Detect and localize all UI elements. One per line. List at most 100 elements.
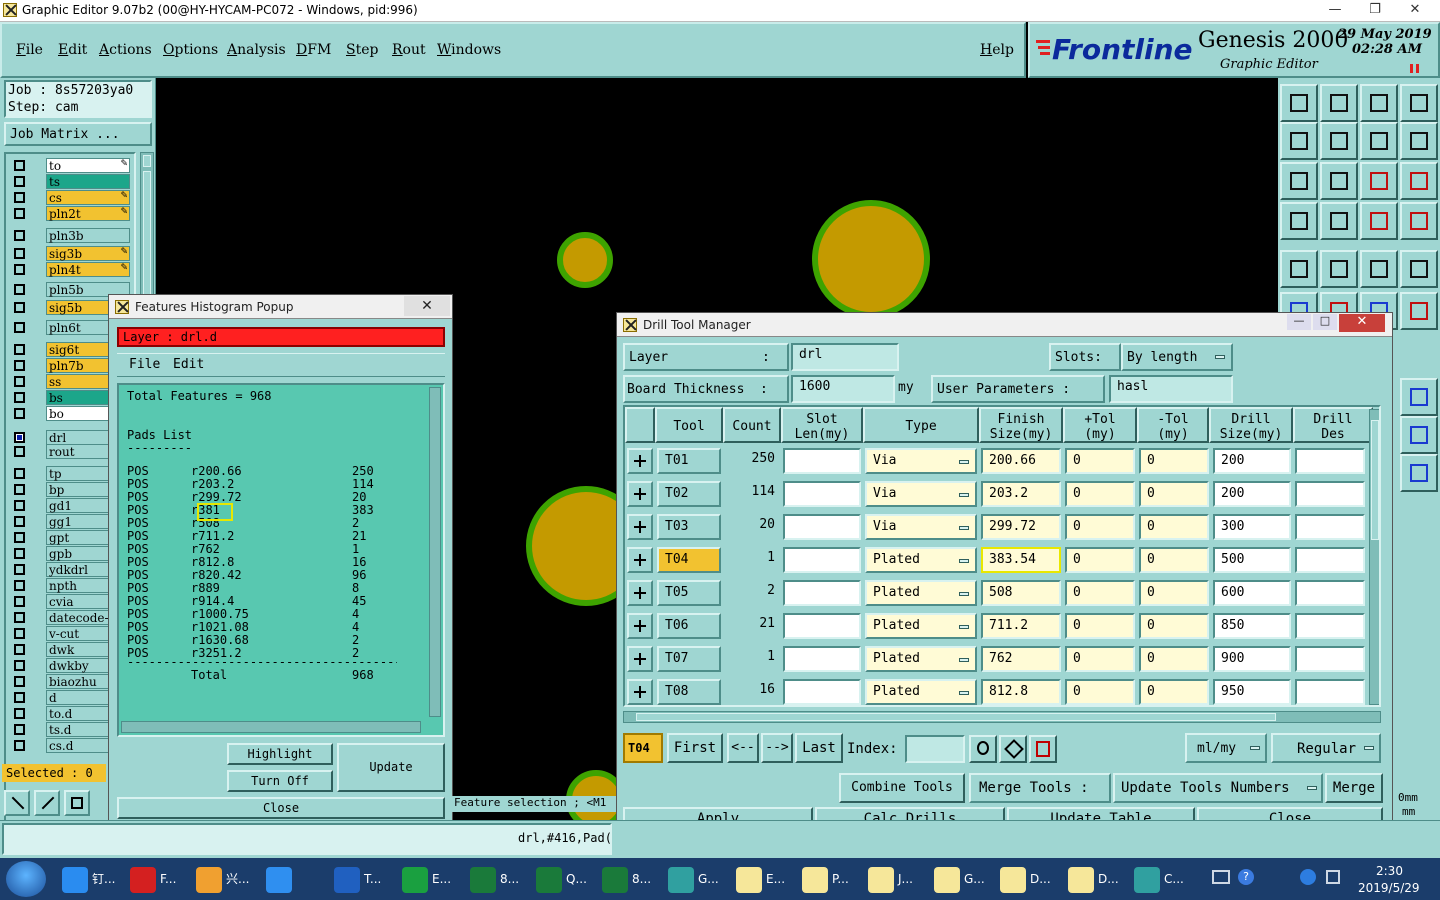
type-dropdown[interactable]: Via xyxy=(865,448,977,474)
drill-size-field[interactable]: 850 xyxy=(1213,613,1291,639)
expand-plus-icon[interactable] xyxy=(627,646,653,672)
finish-size-field[interactable]: 711.2 xyxy=(981,613,1061,639)
home-icon[interactable] xyxy=(1360,84,1398,122)
update-tools-numbers-dropdown[interactable]: Update Tools Numbers xyxy=(1113,773,1323,803)
layer-name[interactable]: cs xyxy=(46,190,130,205)
slot-length-field[interactable] xyxy=(783,547,861,573)
layer-checkbox[interactable] xyxy=(14,392,25,403)
open-icon[interactable] xyxy=(1280,84,1318,122)
slots-dropdown[interactable]: By length xyxy=(1121,343,1233,371)
type-dropdown[interactable]: Plated xyxy=(865,679,977,705)
minus-tol-field[interactable]: 0 xyxy=(1139,514,1209,540)
scroll-up-arrow-icon[interactable] xyxy=(143,155,151,167)
layer-name[interactable]: pln2t xyxy=(46,206,130,221)
minimize-button[interactable]: — xyxy=(1320,0,1350,20)
taskbar-item[interactable]: T... xyxy=(334,862,398,896)
plus-tol-field[interactable]: 0 xyxy=(1065,646,1135,672)
tool-measure-icon[interactable] xyxy=(34,790,60,816)
layer-checkbox[interactable] xyxy=(14,230,25,241)
units-dropdown[interactable]: ml/my xyxy=(1185,733,1267,763)
taskbar-item[interactable]: 兴... xyxy=(196,862,260,896)
minus-tol-field[interactable]: 0 xyxy=(1139,679,1209,705)
slot-length-field[interactable] xyxy=(783,580,861,606)
layer-checkbox[interactable] xyxy=(14,446,25,457)
network-tray-icon[interactable] xyxy=(1300,869,1316,885)
taskbar-item[interactable]: Q... xyxy=(536,862,600,896)
expand-plus-icon[interactable] xyxy=(627,547,653,573)
slot-length-field[interactable] xyxy=(783,679,861,705)
minus-tol-field[interactable]: 0 xyxy=(1139,547,1209,573)
layer-checkbox[interactable] xyxy=(14,192,25,203)
histogram-hscroll[interactable] xyxy=(121,721,421,733)
window-icon[interactable] xyxy=(1400,84,1438,122)
grid-icon[interactable] xyxy=(1320,202,1358,240)
type-dropdown[interactable]: Plated xyxy=(865,646,977,672)
drill-size-field[interactable]: 950 xyxy=(1213,679,1291,705)
group-icon[interactable] xyxy=(1400,416,1438,454)
tool-button[interactable]: T03 xyxy=(657,514,721,540)
layer-checkbox[interactable] xyxy=(14,432,25,443)
finish-size-field[interactable]: 762 xyxy=(981,646,1061,672)
layer-checkbox[interactable] xyxy=(14,676,25,687)
shape-icon[interactable] xyxy=(1320,250,1358,288)
menu-rout[interactable]: Rout xyxy=(392,42,426,58)
taskbar-item[interactable]: D... xyxy=(1068,862,1132,896)
user-params-field[interactable]: hasl xyxy=(1109,375,1233,403)
drill-des-field[interactable] xyxy=(1295,613,1365,639)
layer-checkbox[interactable] xyxy=(14,160,25,171)
tool-button[interactable]: T06 xyxy=(657,613,721,639)
type-dropdown[interactable]: Via xyxy=(865,514,977,540)
dtm-close-x-button[interactable]: ✕ xyxy=(1339,314,1385,332)
taskbar-item[interactable]: 8... xyxy=(470,862,534,896)
taskbar-item[interactable]: P... xyxy=(802,862,866,896)
ruler-icon[interactable] xyxy=(1360,250,1398,288)
layer-checkbox[interactable] xyxy=(14,302,25,313)
route-icon[interactable] xyxy=(1280,202,1318,240)
finish-size-field[interactable]: 383.54 xyxy=(981,547,1061,573)
drill-des-field[interactable] xyxy=(1295,481,1365,507)
menu-help[interactable]: Help xyxy=(980,42,1014,58)
tool-button[interactable]: T02 xyxy=(657,481,721,507)
tool-button[interactable]: T07 xyxy=(657,646,721,672)
layer-checkbox[interactable] xyxy=(14,740,25,751)
find-icon[interactable] xyxy=(969,735,997,763)
type-dropdown[interactable]: Plated xyxy=(865,547,977,573)
histogram-vscroll[interactable] xyxy=(429,387,441,717)
type-dropdown[interactable]: Via xyxy=(865,481,977,507)
taskbar-item[interactable]: 8... xyxy=(602,862,666,896)
layer-name[interactable]: sig3b xyxy=(46,246,130,261)
drill-des-field[interactable] xyxy=(1295,679,1365,705)
layer-checkbox[interactable] xyxy=(14,628,25,639)
layer-checkbox[interactable] xyxy=(14,264,25,275)
table-hscroll[interactable] xyxy=(623,711,1381,723)
drill-des-field[interactable] xyxy=(1295,547,1365,573)
next-button[interactable]: --> xyxy=(761,733,793,763)
clock-time[interactable]: 2:30 xyxy=(1376,864,1403,878)
layer-row-pln3b[interactable]: pln3b xyxy=(12,228,130,243)
layer-checkbox[interactable] xyxy=(14,284,25,295)
drill-des-field[interactable] xyxy=(1295,514,1365,540)
layer-checkbox[interactable] xyxy=(14,548,25,559)
layer-row-pln4t[interactable]: pln4t ✎ xyxy=(12,262,130,277)
histogram-menu-edit[interactable]: Edit xyxy=(173,357,204,372)
last-button[interactable]: Last xyxy=(795,733,843,763)
drill-size-field[interactable]: 300 xyxy=(1213,514,1291,540)
layer-checkbox[interactable] xyxy=(14,176,25,187)
pad-icon[interactable] xyxy=(1280,250,1318,288)
layer-checkbox[interactable] xyxy=(14,376,25,387)
layer-name[interactable]: pln3b xyxy=(46,228,130,243)
layer-checkbox[interactable] xyxy=(14,408,25,419)
layer-checkbox[interactable] xyxy=(14,692,25,703)
finish-size-field[interactable]: 508 xyxy=(981,580,1061,606)
menu-options[interactable]: Options xyxy=(163,42,218,58)
drill-pad[interactable] xyxy=(812,200,930,318)
menu-file[interactable]: File xyxy=(16,42,43,58)
drill-des-field[interactable] xyxy=(1295,580,1365,606)
minus-tol-field[interactable]: 0 xyxy=(1139,580,1209,606)
taskbar-item[interactable]: F... xyxy=(130,862,194,896)
job-matrix-button[interactable]: Job Matrix ... xyxy=(4,122,152,146)
type-dropdown[interactable]: Plated xyxy=(865,580,977,606)
start-button[interactable] xyxy=(6,861,46,897)
expand-plus-icon[interactable] xyxy=(627,613,653,639)
taskbar-item[interactable]: 钉... xyxy=(62,862,126,896)
